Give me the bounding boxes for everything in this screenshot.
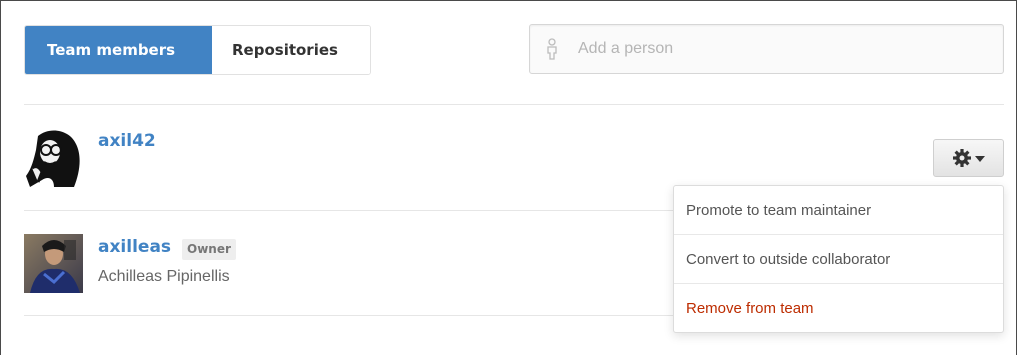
chevron-down-icon (975, 156, 985, 162)
team-tabs: Team members Repositories (24, 25, 371, 75)
member-actions-menu: Promote to team maintainer Convert to ou… (673, 185, 1004, 333)
divider (24, 315, 673, 316)
member-username[interactable]: axilleas (98, 237, 171, 257)
tab-repositories[interactable]: Repositories (212, 26, 370, 74)
tab-team-members[interactable]: Team members (25, 26, 212, 74)
divider (24, 104, 1004, 105)
member-full-name: Achilleas Pipinellis (98, 268, 230, 285)
divider (24, 210, 673, 211)
member-settings-button[interactable] (933, 139, 1004, 177)
avatar[interactable] (24, 128, 83, 187)
member-username[interactable]: axil42 (98, 131, 156, 151)
owner-badge: Owner (182, 239, 236, 260)
convert-to-outside-collaborator-item[interactable]: Convert to outside collaborator (674, 235, 1003, 284)
remove-from-team-item[interactable]: Remove from team (674, 284, 1003, 333)
promote-to-maintainer-item[interactable]: Promote to team maintainer (674, 186, 1003, 235)
person-icon (547, 38, 557, 60)
gear-icon (953, 149, 971, 167)
avatar[interactable] (24, 234, 83, 293)
add-person-field[interactable] (529, 24, 1004, 74)
add-person-input[interactable] (576, 39, 980, 59)
